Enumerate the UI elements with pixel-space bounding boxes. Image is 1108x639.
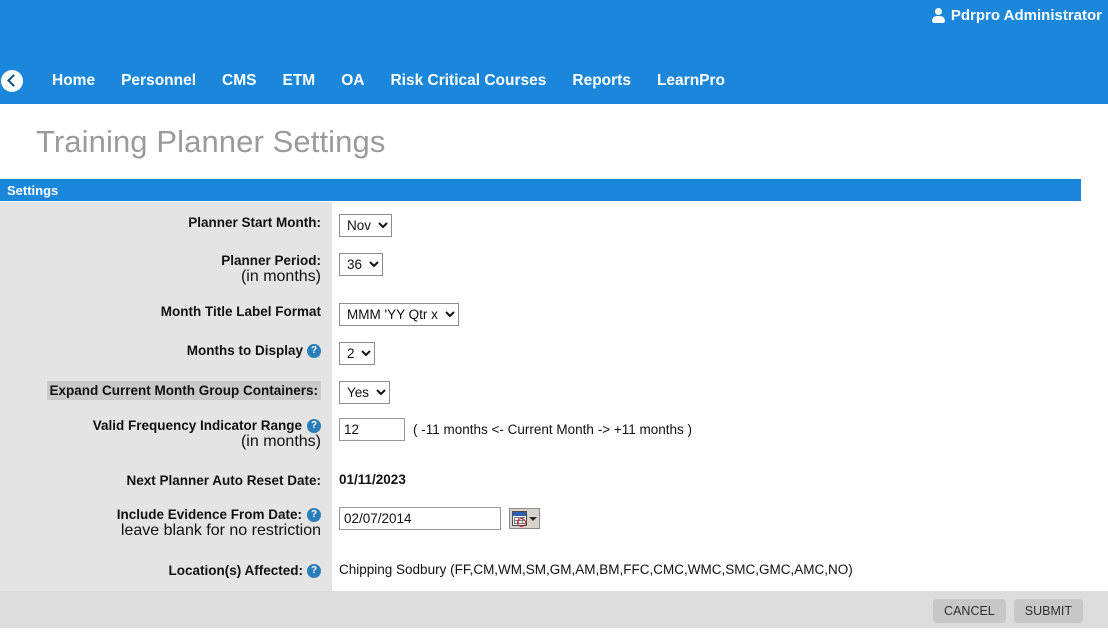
help-icon[interactable]: ? xyxy=(307,563,321,578)
settings-section-title: Settings xyxy=(7,182,59,198)
select-month-title-label-format[interactable]: MMM 'YY Qtr x xyxy=(339,303,459,326)
footer-bar: CANCEL SUBMIT xyxy=(0,591,1108,628)
label-locations-affected: Location(s) Affected: ? xyxy=(0,562,332,579)
nav-item-reports[interactable]: Reports xyxy=(559,72,644,90)
nav-item-risk-critical-courses[interactable]: Risk Critical Courses xyxy=(377,72,559,90)
control-locations-affected: Chipping Sodbury (FF,CM,WM,SM,GM,AM,BM,F… xyxy=(332,562,853,577)
help-icon[interactable]: ? xyxy=(307,343,321,358)
value-next-planner-auto-reset-date: 01/11/2023 xyxy=(339,472,406,487)
label-locations-affected-text: Location(s) Affected: xyxy=(168,563,304,578)
control-planner-start-month: Nov xyxy=(332,214,392,237)
label-months-to-display: Months to Display ? xyxy=(0,342,332,359)
row-next-planner-auto-reset-date: Next Planner Auto Reset Date: 01/11/2023 xyxy=(0,472,1081,489)
user-account[interactable]: Pdrpro Administrator xyxy=(931,7,1102,24)
label-valid-frequency-text: Valid Frequency Indicator Range xyxy=(92,418,302,433)
caret-down-icon xyxy=(529,516,537,521)
row-months-to-display: Months to Display ? 2 xyxy=(0,342,1081,365)
row-include-evidence-from-date: Include Evidence From Date: ? leave blan… xyxy=(0,507,1081,540)
row-planner-start-month: Planner Start Month: Nov xyxy=(0,214,1081,237)
input-valid-frequency-indicator-range[interactable] xyxy=(339,418,405,441)
calendar-day-highlight xyxy=(517,518,526,527)
control-months-to-display: 2 xyxy=(332,342,375,365)
input-include-evidence-from-date[interactable] xyxy=(339,507,501,530)
select-planner-period[interactable]: 36 xyxy=(339,253,383,276)
label-include-evidence-text: Include Evidence From Date: xyxy=(116,507,302,522)
label-planner-period-text: Planner Period: xyxy=(221,253,321,268)
submit-button[interactable]: SUBMIT xyxy=(1013,599,1083,623)
value-locations-affected: Chipping Sodbury (FF,CM,WM,SM,GM,AM,BM,F… xyxy=(339,562,853,577)
nav-item-learnpro[interactable]: LearnPro xyxy=(644,72,738,90)
nav-item-home[interactable]: Home xyxy=(39,72,108,90)
label-planner-period: Planner Period: (in months) xyxy=(0,253,332,286)
back-arrow-icon[interactable] xyxy=(1,70,23,92)
user-icon xyxy=(931,8,945,23)
control-include-evidence-from-date xyxy=(332,507,540,530)
label-include-evidence-sub: leave blank for no restriction xyxy=(120,522,321,539)
label-next-planner-auto-reset-date: Next Planner Auto Reset Date: xyxy=(126,473,321,488)
row-planner-period: Planner Period: (in months) 36 xyxy=(0,253,1081,286)
help-icon[interactable]: ? xyxy=(307,507,321,522)
footer-actions: CANCEL SUBMIT xyxy=(933,599,1083,623)
label-planner-period-sub: (in months) xyxy=(240,268,321,285)
nav-item-personnel[interactable]: Personnel xyxy=(108,72,209,90)
control-planner-period: 36 xyxy=(332,253,383,276)
label-months-to-display-text: Months to Display xyxy=(186,343,303,358)
control-next-planner-auto-reset-date: 01/11/2023 xyxy=(332,472,406,487)
row-locations-affected: Location(s) Affected: ? Chipping Sodbury… xyxy=(0,562,1081,579)
cancel-button[interactable]: CANCEL xyxy=(933,599,1006,623)
main-navigation: Home Personnel CMS ETM OA Risk Critical … xyxy=(0,64,738,98)
settings-form: Planner Start Month: Nov Planner Period:… xyxy=(0,202,1081,591)
select-planner-start-month[interactable]: Nov xyxy=(339,214,392,237)
nav-item-etm[interactable]: ETM xyxy=(269,72,328,90)
top-banner: Pdrpro Administrator Home Personnel CMS … xyxy=(0,0,1108,104)
calendar-icon xyxy=(512,511,527,527)
control-month-title-label-format: MMM 'YY Qtr x xyxy=(332,303,459,326)
nav-item-cms[interactable]: CMS xyxy=(209,72,269,90)
label-valid-frequency-sub: (in months) xyxy=(240,433,321,450)
label-planner-start-month: Planner Start Month: xyxy=(188,215,321,230)
nav-item-oa[interactable]: OA xyxy=(328,72,377,90)
control-expand-current-month: Yes xyxy=(332,381,390,404)
row-valid-frequency-indicator-range: Valid Frequency Indicator Range ? (in mo… xyxy=(0,418,1081,451)
row-month-title-label-format: Month Title Label Format MMM 'YY Qtr x xyxy=(0,303,1081,326)
label-expand-current-month-text: Expand Current Month Group Containers: xyxy=(46,381,321,400)
select-expand-current-month[interactable]: Yes xyxy=(339,381,390,404)
calendar-picker-button[interactable] xyxy=(509,508,540,529)
select-months-to-display[interactable]: 2 xyxy=(339,342,375,365)
settings-section-header: Settings xyxy=(0,179,1081,201)
label-month-title-label-format: Month Title Label Format xyxy=(160,304,321,319)
user-name: Pdrpro Administrator xyxy=(950,7,1102,24)
label-include-evidence-from-date: Include Evidence From Date: ? leave blan… xyxy=(0,507,332,540)
help-icon[interactable]: ? xyxy=(307,418,321,433)
label-valid-frequency-indicator-range: Valid Frequency Indicator Range ? (in mo… xyxy=(0,418,332,451)
page-title: Training Planner Settings xyxy=(36,124,386,159)
control-valid-frequency-indicator-range: ( -11 months <- Current Month -> +11 mon… xyxy=(332,418,692,441)
row-expand-current-month: Expand Current Month Group Containers: Y… xyxy=(0,381,1081,404)
hint-valid-frequency-range: ( -11 months <- Current Month -> +11 mon… xyxy=(413,422,692,437)
label-expand-current-month: Expand Current Month Group Containers: xyxy=(0,381,332,400)
